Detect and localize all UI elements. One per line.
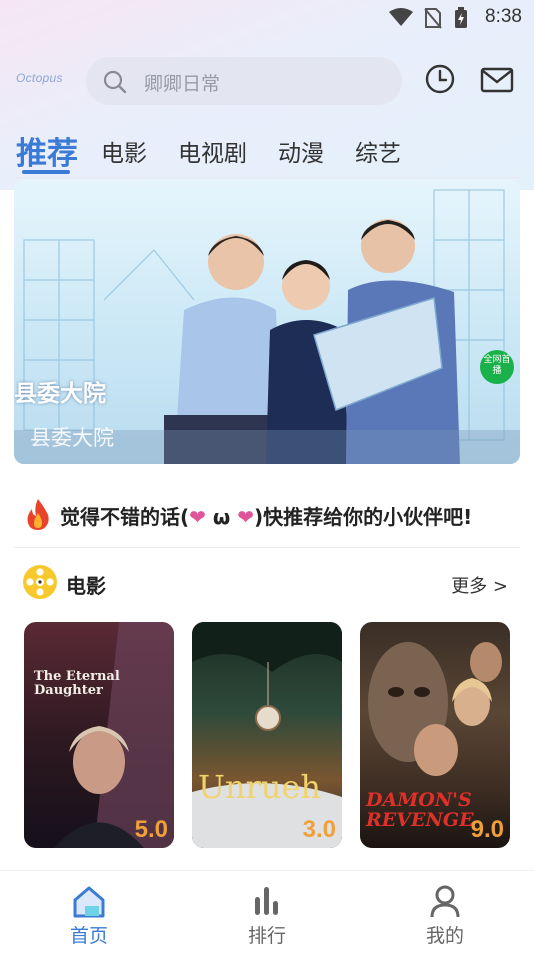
promo-text: 觉得不错的话(❤ ω ❤)快推荐给你的小伙伴吧!	[60, 505, 473, 529]
tab-tv-series[interactable]: 电视剧	[178, 134, 247, 168]
nav-profile-label: 我的	[425, 925, 464, 947]
film-reel-icon	[23, 565, 57, 599]
poster-score: 9.0	[470, 816, 504, 843]
nav-home-label: 首页	[69, 925, 108, 947]
status-bar: 8:38	[0, 0, 534, 36]
banner-badge: 全网首播	[480, 350, 514, 384]
nav-home[interactable]: 首页	[44, 883, 134, 948]
nav-ranking-label: 排行	[247, 925, 286, 947]
featured-banner[interactable]: 县委大院 县委大院 全网首播	[14, 180, 520, 464]
search-bar[interactable]: 卿卿日常	[86, 57, 402, 105]
movie-poster[interactable]: The Eternal Daughter 5.0	[24, 622, 174, 848]
poster-title: The Eternal Daughter	[34, 669, 120, 698]
active-tab-indicator	[22, 170, 70, 174]
section-title: 电影	[66, 574, 106, 598]
app-logo: Octopus	[16, 71, 63, 85]
category-tabs: 推荐 电影 电视剧 动漫 综艺	[0, 128, 534, 178]
poster-title: DAMON'S REVENGE	[366, 789, 474, 831]
status-time: 8:38	[485, 6, 522, 27]
user-icon	[430, 885, 460, 918]
tab-variety[interactable]: 综艺	[355, 134, 401, 168]
tab-movie[interactable]: 电影	[101, 134, 147, 168]
history-icon[interactable]	[424, 63, 456, 95]
poster-artwork	[54, 622, 174, 848]
poster-score: 3.0	[302, 816, 336, 843]
poster-title: Unrueh	[198, 768, 322, 806]
bottom-nav: 首页 排行 我的	[0, 870, 534, 954]
movie-poster[interactable]: Unrueh 3.0	[192, 622, 342, 848]
banner-subtitle: 县委大院	[30, 426, 114, 450]
search-icon	[103, 70, 127, 94]
tab-anime[interactable]: 动漫	[278, 134, 324, 168]
divider	[14, 177, 520, 178]
wifi-icon	[389, 8, 413, 26]
banner-title: 县委大院	[14, 381, 106, 407]
poster-score: 5.0	[134, 816, 168, 843]
tab-recommend[interactable]: 推荐	[16, 128, 78, 173]
movie-poster[interactable]: DAMON'S REVENGE 9.0	[360, 622, 510, 848]
home-icon	[73, 886, 105, 918]
bar-chart-icon	[255, 887, 278, 915]
poster-artwork	[192, 622, 342, 848]
heart-icon: ❤	[189, 505, 206, 529]
heart-icon: ❤	[237, 505, 254, 529]
battery-icon	[455, 7, 467, 28]
nav-ranking[interactable]: 排行	[222, 883, 312, 948]
fire-icon	[27, 499, 49, 530]
no-sim-icon	[424, 8, 442, 29]
divider	[14, 547, 520, 548]
search-placeholder: 卿卿日常	[144, 73, 221, 95]
more-link[interactable]: 更多 >	[451, 572, 508, 598]
mail-icon[interactable]	[480, 67, 514, 93]
nav-profile[interactable]: 我的	[400, 883, 490, 948]
share-promo: 觉得不错的话(❤ ω ❤)快推荐给你的小伙伴吧!	[24, 497, 514, 531]
